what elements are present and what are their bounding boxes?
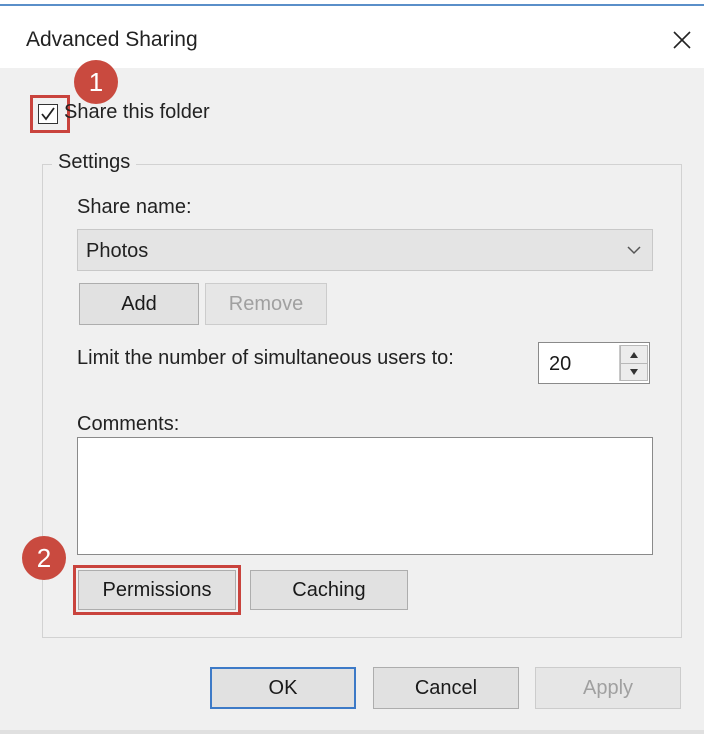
triangle-down-icon (630, 369, 638, 375)
comments-label: Comments: (77, 413, 180, 435)
ok-button[interactable]: OK (210, 667, 356, 709)
remove-button[interactable]: Remove (205, 283, 327, 325)
user-limit-spinner[interactable]: 20 (538, 342, 650, 384)
share-name-label: Share name: (77, 196, 192, 218)
apply-button[interactable]: Apply (535, 667, 681, 709)
share-name-value: Photos (86, 240, 149, 262)
close-icon (673, 31, 691, 49)
share-this-folder-label: Share this folder (64, 101, 210, 123)
cancel-button[interactable]: Cancel (373, 667, 519, 709)
step-1-badge: 1 (74, 60, 118, 104)
share-name-dropdown[interactable]: Photos (77, 229, 653, 271)
checkmark-icon (41, 107, 55, 121)
caching-button[interactable]: Caching (250, 570, 408, 610)
spin-up-button[interactable] (620, 345, 648, 363)
comments-textarea[interactable] (77, 437, 653, 555)
bottom-edge (0, 730, 704, 734)
settings-group-title: Settings (52, 151, 137, 174)
close-button[interactable] (664, 22, 700, 58)
share-this-folder-checkbox[interactable] (38, 104, 58, 124)
permissions-button[interactable]: Permissions (78, 570, 236, 610)
limit-users-label: Limit the number of simultaneous users t… (77, 347, 454, 369)
add-button[interactable]: Add (79, 283, 199, 325)
user-limit-value: 20 (549, 353, 572, 375)
spinner-buttons (619, 345, 648, 381)
advanced-sharing-dialog: Advanced Sharing 1 Share this folder Set… (0, 0, 704, 734)
window-title: Advanced Sharing (26, 28, 198, 51)
step-2-badge: 2 (22, 536, 66, 580)
chevron-down-icon (627, 246, 641, 255)
title-bar: Advanced Sharing (0, 6, 704, 68)
spin-down-button[interactable] (620, 363, 648, 381)
triangle-up-icon (630, 351, 638, 358)
